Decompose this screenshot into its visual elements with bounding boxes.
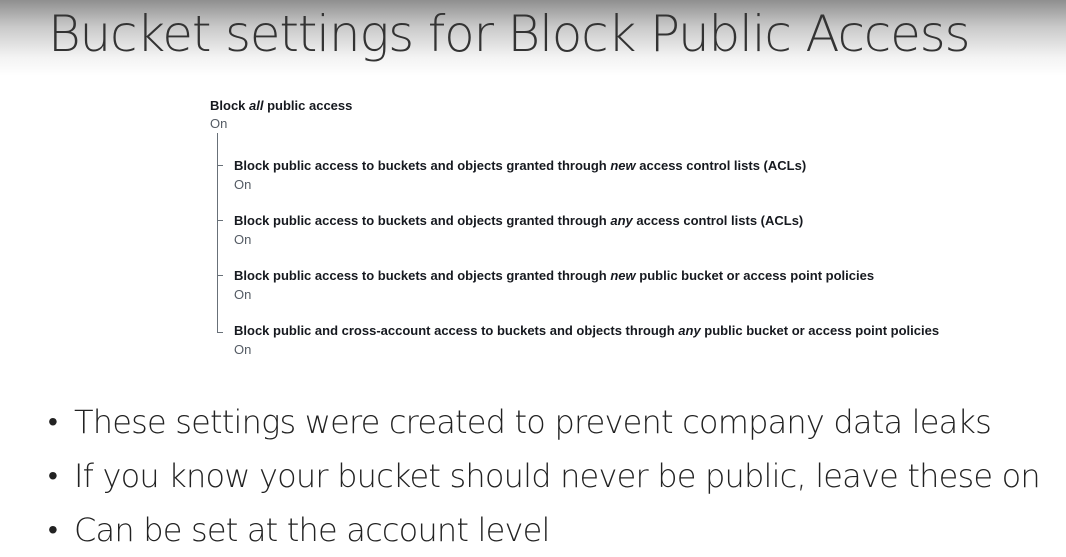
- label-text: public bucket or access point policies: [700, 323, 940, 338]
- tree-connector-tick: [217, 165, 223, 166]
- bullet-dot-icon: •: [48, 513, 58, 546]
- label-emphasis: new: [610, 158, 636, 173]
- setting-value: On: [234, 287, 252, 302]
- label-text: Block public access to buckets and objec…: [234, 158, 611, 173]
- bullet-dot-icon: •: [48, 405, 58, 438]
- bullet-text: Can be set at the account level: [74, 511, 550, 549]
- label-emphasis: all: [249, 98, 264, 113]
- setting-value: On: [234, 232, 252, 247]
- tree-connector-tick: [217, 220, 223, 221]
- label-emphasis: any: [610, 213, 633, 228]
- label-text: Block public access to buckets and objec…: [234, 268, 611, 283]
- label-text: public access: [263, 98, 353, 113]
- setting-value: On: [234, 342, 252, 357]
- setting-label: Block public access to buckets and objec…: [234, 158, 806, 174]
- bullet-item: • These settings were created to prevent …: [48, 395, 1040, 449]
- bullet-text: These settings were created to prevent c…: [74, 403, 992, 441]
- block-all-public-access-value: On: [210, 116, 228, 131]
- setting-any-acls: Block public access to buckets and objec…: [234, 213, 803, 248]
- label-text: access control lists (ACLs): [632, 213, 804, 228]
- label-text: Block public and cross-account access to…: [234, 323, 679, 338]
- setting-value: On: [234, 177, 252, 192]
- setting-label: Block public and cross-account access to…: [234, 323, 939, 339]
- bullet-list: • These settings were created to prevent …: [48, 395, 1041, 557]
- bullet-dot-icon: •: [48, 459, 58, 492]
- label-text: Block: [210, 98, 250, 113]
- label-text: access control lists (ACLs): [635, 158, 807, 173]
- block-all-public-access-label: Block all public access: [210, 98, 352, 113]
- label-emphasis: any: [678, 323, 701, 338]
- block-public-access-panel: Block all public access On Block public …: [0, 0, 1066, 380]
- setting-new-policies: Block public access to buckets and objec…: [234, 268, 874, 303]
- setting-label: Block public access to buckets and objec…: [234, 213, 803, 229]
- tree-connector-tick: [217, 275, 223, 276]
- bullet-item: • Can be set at the account level: [48, 503, 1040, 557]
- tree-connector-line: [217, 133, 218, 333]
- label-text: public bucket or access point policies: [635, 268, 875, 283]
- bullet-text: If you know your bucket should never be …: [74, 457, 1041, 495]
- setting-new-acls: Block public access to buckets and objec…: [234, 158, 806, 193]
- setting-label: Block public access to buckets and objec…: [234, 268, 874, 284]
- bullet-item: • If you know your bucket should never be…: [48, 449, 1041, 503]
- label-text: Block public access to buckets and objec…: [234, 213, 611, 228]
- setting-any-policies: Block public and cross-account access to…: [234, 323, 939, 358]
- label-emphasis: new: [610, 268, 636, 283]
- tree-connector-tick: [217, 332, 223, 333]
